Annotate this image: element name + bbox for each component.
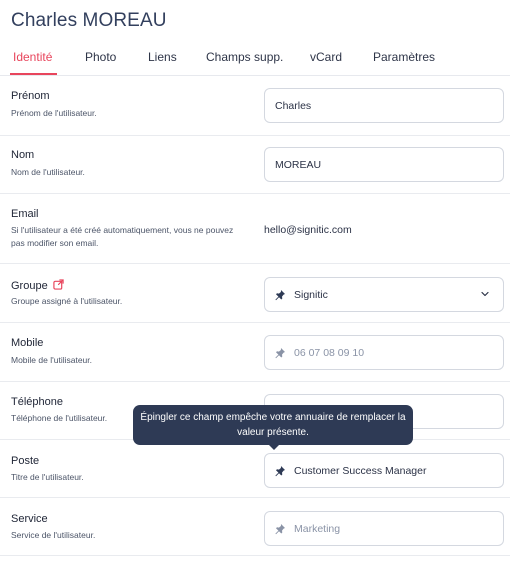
- field-label: Poste: [11, 455, 40, 467]
- nom-input[interactable]: MOREAU: [264, 147, 504, 182]
- email-value: hello@signitic.com: [264, 224, 352, 236]
- groupe-label-wrap: Groupe: [11, 279, 64, 292]
- field-label: Mobile: [11, 337, 44, 349]
- field-description: Mobile de l'utilisateur.: [11, 355, 92, 365]
- page-title: Charles MOREAU: [11, 10, 167, 31]
- form-row-mobile: Mobile Mobile de l'utilisateur. 06 07 08…: [0, 323, 510, 382]
- pin-tooltip: Épingler ce champ empêche votre annuaire…: [133, 405, 413, 445]
- mobile-input[interactable]: 06 07 08 09 10: [264, 335, 504, 370]
- tab-identite[interactable]: Identité: [13, 50, 52, 64]
- field-label: Groupe: [11, 280, 48, 292]
- tab-bar: Identité Photo Liens Champs supp. vCard …: [0, 40, 510, 76]
- service-placeholder: Marketing: [294, 523, 341, 535]
- field-label: Nom: [11, 149, 35, 161]
- mobile-placeholder: 06 07 08 09 10: [294, 347, 365, 359]
- form-row-nom: Nom Nom de l'utilisateur. MOREAU: [0, 136, 510, 194]
- pin-icon[interactable]: [274, 289, 286, 301]
- tab-vcard[interactable]: vCard: [310, 50, 342, 64]
- form-row-prenom: Prénom Prénom de l'utilisateur. Charles: [0, 77, 510, 136]
- groupe-select[interactable]: Signitic: [264, 277, 504, 312]
- field-label: Prénom: [11, 90, 50, 102]
- poste-input[interactable]: Customer Success Manager: [264, 453, 504, 488]
- tooltip-arrow: [268, 444, 280, 450]
- field-description: Si l'utilisateur a été créé automatiquem…: [11, 225, 234, 248]
- groupe-value: Signitic: [294, 289, 328, 301]
- field-label: Service: [11, 513, 48, 525]
- field-description: Prénom de l'utilisateur.: [11, 108, 97, 118]
- prenom-value: Charles: [275, 100, 312, 112]
- tab-photo[interactable]: Photo: [85, 50, 116, 64]
- form-row-groupe: Groupe Groupe assigné à l'utilisateur. S…: [0, 264, 510, 323]
- chevron-down-icon: [481, 291, 489, 297]
- active-tab-indicator: [10, 73, 57, 75]
- field-label: Email: [11, 208, 39, 220]
- pin-icon[interactable]: [274, 347, 286, 359]
- form-row-poste: Poste Titre de l'utilisateur. Customer S…: [0, 440, 510, 498]
- field-description: Service de l'utilisateur.: [11, 530, 96, 540]
- field-description: Titre de l'utilisateur.: [11, 472, 84, 482]
- field-description: Groupe assigné à l'utilisateur.: [11, 296, 123, 306]
- nom-value: MOREAU: [275, 159, 322, 171]
- pin-icon[interactable]: [274, 465, 286, 477]
- poste-value: Customer Success Manager: [294, 465, 427, 477]
- tab-liens[interactable]: Liens: [148, 50, 177, 64]
- tab-champs-supp[interactable]: Champs supp.: [206, 50, 283, 64]
- tab-parametres[interactable]: Paramètres: [373, 50, 435, 64]
- service-input[interactable]: Marketing: [264, 511, 504, 546]
- form-row-service: Service Service de l'utilisateur. Market…: [0, 498, 510, 556]
- pin-icon[interactable]: [274, 523, 286, 535]
- external-link-icon[interactable]: [53, 279, 64, 290]
- field-label: Téléphone: [11, 396, 63, 408]
- prenom-input[interactable]: Charles: [264, 88, 504, 123]
- form-row-email: Email Si l'utilisateur a été créé automa…: [0, 194, 510, 264]
- field-description: Nom de l'utilisateur.: [11, 167, 85, 177]
